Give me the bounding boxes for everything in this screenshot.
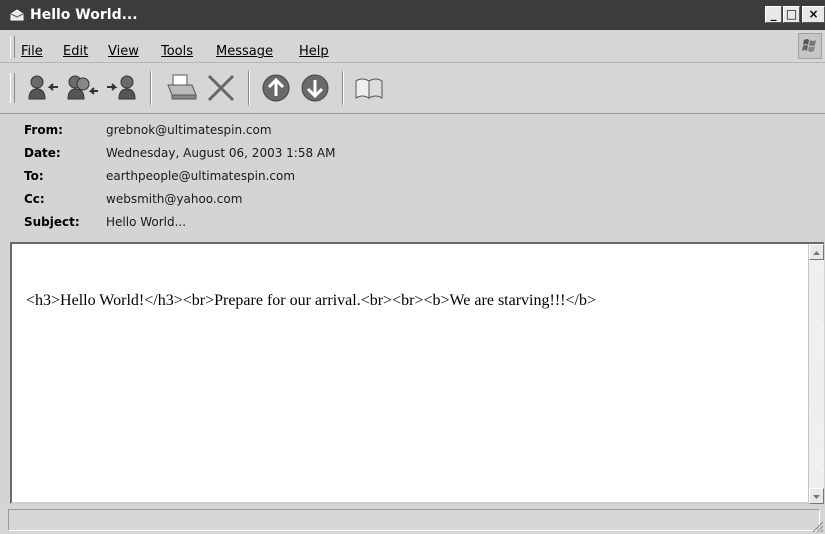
- subject-label: Subject:: [24, 215, 80, 229]
- menu-tools[interactable]: Tools: [161, 44, 193, 59]
- maximize-button[interactable]: □: [783, 6, 800, 23]
- scroll-up-button[interactable]: [809, 244, 824, 260]
- menu-file[interactable]: File: [21, 44, 43, 59]
- menu-help[interactable]: Help: [299, 44, 329, 59]
- resize-grip-icon[interactable]: [810, 519, 824, 533]
- toolbar-separator: [150, 71, 152, 105]
- close-button[interactable]: ×: [802, 6, 825, 23]
- message-body-text: <h3>Hello World!</h3><br>Prepare for our…: [26, 292, 596, 309]
- reply-icon: [28, 75, 58, 100]
- reply-all-icon: [67, 75, 98, 100]
- toolbar-separator: [342, 71, 344, 105]
- scroll-up-arrow-icon: [813, 251, 820, 255]
- toolbar-grip[interactable]: [10, 73, 15, 103]
- print-button[interactable]: [163, 71, 199, 105]
- menu-grip[interactable]: [10, 36, 15, 58]
- to-value[interactable]: earthpeople@ultimatespin.com: [106, 169, 295, 183]
- subject-value: Hello World...: [106, 215, 187, 229]
- addresses-icon: [355, 78, 383, 99]
- maximize-icon: □: [785, 7, 798, 21]
- window-title: Hello World...: [30, 7, 138, 23]
- message-window: Hello World... _ □ × File Edit View Tool…: [0, 0, 825, 534]
- cc-value[interactable]: websmith@yahoo.com: [106, 192, 242, 206]
- menu-message[interactable]: Message: [216, 44, 273, 59]
- message-body[interactable]: <h3>Hello World!</h3><br>Prepare for our…: [10, 242, 824, 504]
- status-pane: [8, 509, 820, 531]
- next-icon: [301, 74, 329, 102]
- title-bar[interactable]: Hello World... _ □ ×: [0, 0, 825, 30]
- windows-logo-icon: [798, 33, 822, 59]
- addresses-button[interactable]: [352, 71, 388, 105]
- menu-bar: File Edit View Tools Message Help: [0, 30, 825, 63]
- minimize-icon: _: [770, 7, 777, 21]
- cc-label: Cc:: [24, 192, 45, 206]
- status-bar: [0, 505, 825, 534]
- previous-icon: [262, 74, 290, 102]
- menu-view[interactable]: View: [108, 44, 139, 59]
- scroll-down-button[interactable]: [809, 488, 824, 504]
- previous-button[interactable]: [260, 71, 296, 105]
- to-label: To:: [24, 169, 44, 183]
- reply-all-button[interactable]: [64, 71, 100, 105]
- message-headers: From: grebnok@ultimatespin.com Date: Wed…: [0, 114, 825, 242]
- delete-icon: [207, 74, 235, 102]
- minimize-button[interactable]: _: [765, 6, 782, 23]
- toolbar: [0, 63, 825, 114]
- from-label: From:: [24, 123, 63, 137]
- delete-button[interactable]: [203, 71, 239, 105]
- toolbar-separator: [248, 71, 250, 105]
- forward-button[interactable]: [105, 71, 141, 105]
- vertical-scrollbar[interactable]: [808, 244, 824, 504]
- envelope-icon: [10, 9, 24, 21]
- reply-button[interactable]: [24, 71, 60, 105]
- date-value: Wednesday, August 06, 2003 1:58 AM: [106, 146, 336, 160]
- forward-icon: [107, 75, 136, 100]
- menu-edit[interactable]: Edit: [63, 44, 88, 59]
- from-value[interactable]: grebnok@ultimatespin.com: [106, 123, 272, 137]
- next-button[interactable]: [299, 71, 335, 105]
- date-label: Date:: [24, 146, 61, 160]
- close-icon: ×: [808, 7, 819, 21]
- scroll-down-arrow-icon: [813, 495, 820, 499]
- print-icon: [167, 74, 197, 100]
- windows-flag-icon: [802, 39, 816, 52]
